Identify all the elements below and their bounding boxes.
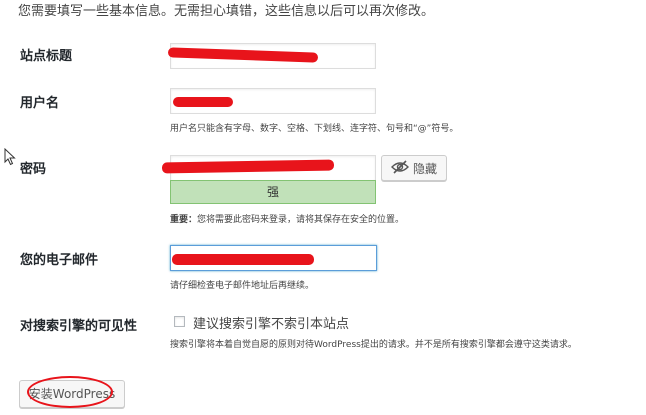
redaction-mark xyxy=(172,254,314,265)
password-strength-meter: 强 xyxy=(170,180,376,204)
mouse-cursor-icon xyxy=(4,147,16,170)
password-notice-text: 您将需要此密码来登录，请将其保存在安全的位置。 xyxy=(197,215,405,225)
username-description: 用户名只能含有字母、数字、空格、下划线、连字符、句号和“@”符号。 xyxy=(170,124,459,134)
site-title-label: 站点标题 xyxy=(20,49,73,64)
username-label: 用户名 xyxy=(20,96,60,111)
search-visibility-checkbox-label[interactable]: 建议搜索引擎不索引本站点 xyxy=(193,313,349,332)
password-label: 密码 xyxy=(20,162,47,177)
email-description: 请仔细检查电子邮件地址后再继续。 xyxy=(170,281,315,291)
search-visibility-label: 对搜索引擎的可见性 xyxy=(20,319,138,334)
search-visibility-checkbox[interactable] xyxy=(174,316,185,327)
hide-password-label: 隐藏 xyxy=(412,161,437,176)
email-label: 您的电子邮件 xyxy=(20,253,99,268)
intro-text: 您需要填写一些基本信息。无需担心填错，这些信息以后可以再次修改。 xyxy=(18,4,435,19)
redaction-mark xyxy=(173,97,233,107)
install-wordpress-button[interactable]: 安装WordPress xyxy=(19,380,125,408)
hide-password-button[interactable]: 隐藏 xyxy=(381,155,447,181)
eye-slash-icon xyxy=(390,159,409,177)
search-visibility-description: 搜索引擎将本着自觉自愿的原则对待WordPress提出的请求。并不是所有搜索引擎… xyxy=(170,340,577,350)
password-notice: 重要：您将需要此密码来登录，请将其保存在安全的位置。 xyxy=(170,212,404,225)
password-notice-bold: 重要： xyxy=(170,215,198,225)
install-form-page: 您需要填写一些基本信息。无需担心填错，这些信息以后可以再次修改。 站点标题 用户… xyxy=(0,0,646,415)
